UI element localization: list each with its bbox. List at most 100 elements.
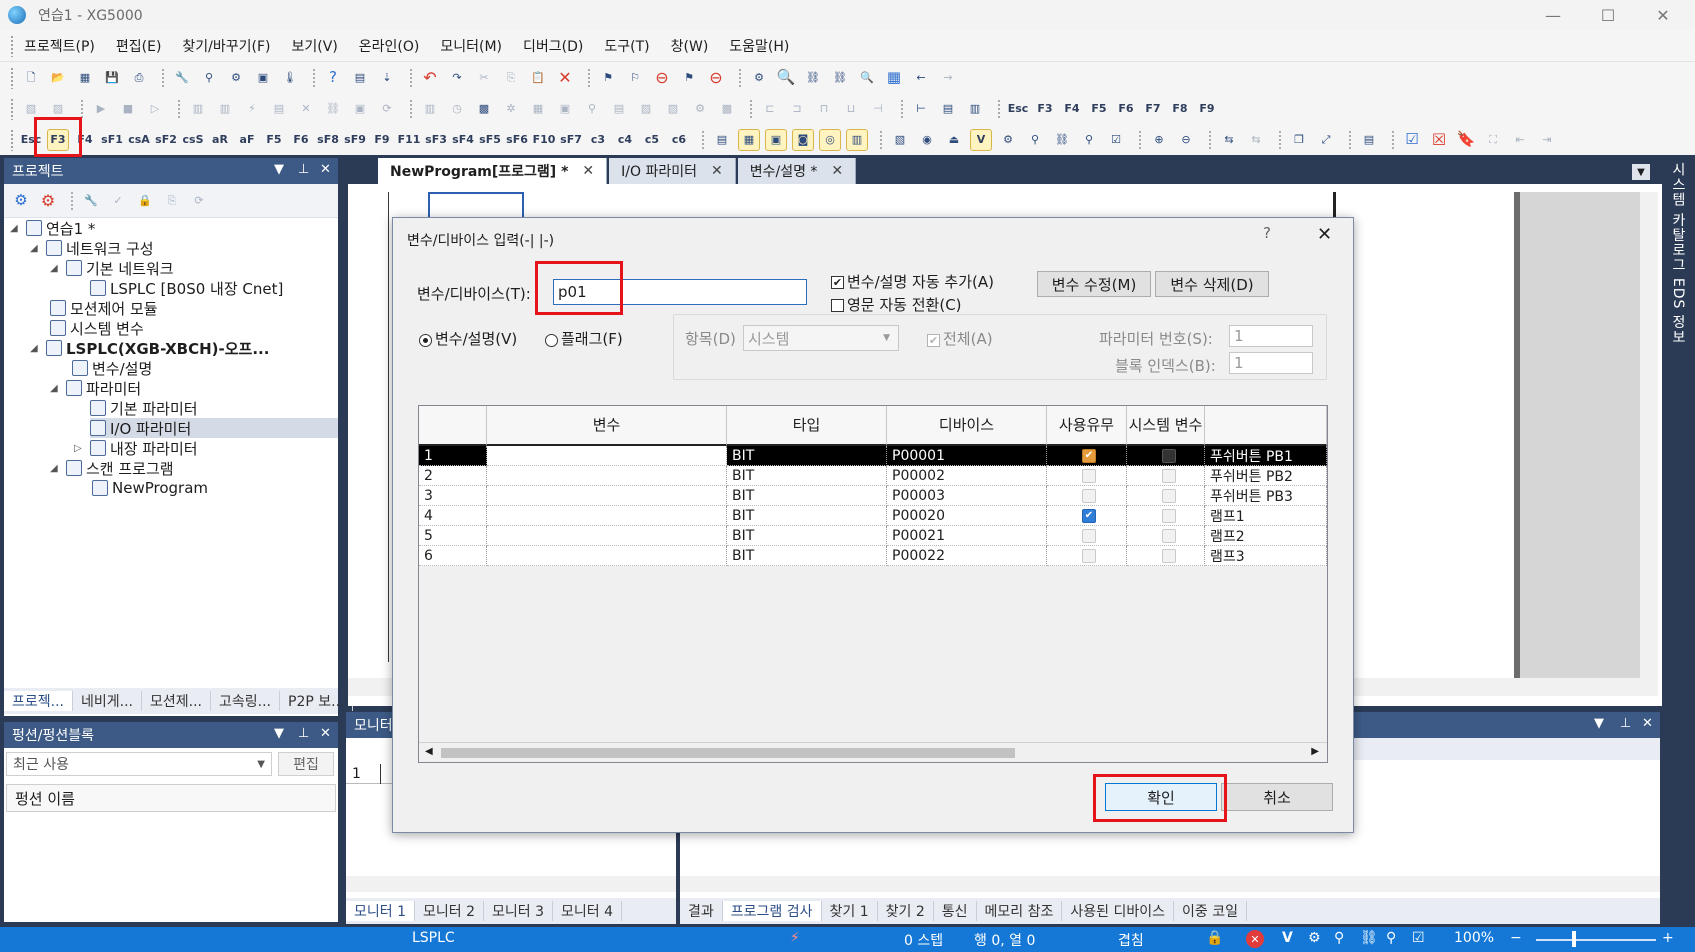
tool-icon[interactable]: ⚲	[1024, 129, 1046, 151]
auto-convert-checkbox[interactable]	[831, 299, 844, 312]
cell-system[interactable]	[1127, 526, 1205, 546]
download-icon[interactable]: ▣	[252, 67, 274, 89]
cell-variable[interactable]	[487, 446, 727, 466]
minimize-button[interactable]: —	[1530, 0, 1576, 30]
zoom-slider-thumb[interactable]	[1572, 931, 1576, 947]
back-icon[interactable]: ←	[910, 67, 932, 89]
table-header-type[interactable]: 타입	[727, 406, 887, 446]
tool-icon[interactable]: ⏏	[943, 129, 965, 151]
tab-used-devices[interactable]: 사용된 디바이스	[1062, 901, 1174, 921]
menu-tools[interactable]: 도구(T)	[604, 36, 649, 56]
monitor-tool-icon[interactable]: ▦	[527, 98, 549, 120]
table-header-comment[interactable]	[1205, 406, 1327, 446]
tree-item-plc[interactable]: LSPLC(XGB-XBCH)-오프...	[66, 338, 269, 359]
right-sidebar-label[interactable]: 시스템 카탈로그 EDS 정보	[1668, 162, 1688, 345]
tool-icon[interactable]: ☑	[1105, 129, 1127, 151]
import-icon[interactable]: ⇣	[376, 67, 398, 89]
close-icon[interactable]: ✕	[831, 163, 843, 179]
cell-comment[interactable]: 푸쉬버튼 PB3	[1205, 486, 1327, 506]
close-window-button[interactable]: ✕	[1640, 0, 1686, 30]
cell-comment[interactable]: 램프1	[1205, 506, 1327, 526]
menu-find-replace[interactable]: 찾기/바꾸기(F)	[182, 36, 270, 56]
monitor-tool-icon[interactable]: ✲	[500, 98, 522, 120]
ladder-key[interactable]: aF	[236, 129, 258, 151]
monitor-tool-icon[interactable]: ▩	[716, 98, 738, 120]
open-folder-icon[interactable]: 📂	[47, 67, 69, 89]
window-icon[interactable]: ⇥	[1536, 129, 1558, 151]
cell-system[interactable]	[1127, 506, 1205, 526]
cut-icon[interactable]: ✂	[473, 67, 495, 89]
ladder-key[interactable]: F11	[398, 129, 421, 151]
project-remove-icon[interactable]: ⚙	[37, 190, 59, 212]
error-icon[interactable]: ✕	[1246, 930, 1264, 948]
maximize-button[interactable]: ☐	[1585, 0, 1631, 30]
key-f8[interactable]: F8	[1169, 98, 1191, 120]
panel-dropdown-icon[interactable]: ▼	[274, 162, 284, 177]
view-icon[interactable]: ▦	[738, 128, 760, 151]
menu-window[interactable]: 창(W)	[671, 36, 709, 56]
system-checkbox[interactable]	[1162, 548, 1176, 563]
tree-item-network[interactable]: 네트워크 구성	[66, 238, 154, 259]
window-icon[interactable]: ❐	[1288, 129, 1310, 151]
monitor-tool-icon[interactable]: ◷	[446, 98, 468, 120]
monitor-tool-icon[interactable]: ⚲	[581, 98, 603, 120]
zoom-plus-button[interactable]: +	[1662, 930, 1674, 946]
project-check-icon[interactable]: ✓	[107, 190, 129, 212]
tab-result[interactable]: 결과	[680, 901, 723, 921]
used-checkbox[interactable]	[1082, 548, 1096, 563]
ladder-key[interactable]: sF8	[317, 129, 339, 151]
settings-icon[interactable]: ⚙	[748, 67, 770, 89]
tab-p2p[interactable]: P2P 보...	[280, 691, 354, 711]
doc-tab-variable[interactable]: 변수/설명 * ✕	[737, 158, 857, 184]
ladder-key-esc[interactable]: Esc	[20, 129, 42, 151]
ladder-key[interactable]: F10	[533, 129, 556, 151]
verify-status-icon[interactable]: V	[1282, 930, 1293, 946]
cell-type[interactable]: BIT	[727, 546, 887, 566]
system-checkbox[interactable]	[1162, 448, 1176, 463]
ladder-key[interactable]: c6	[668, 129, 690, 151]
monitor-tool-icon[interactable]: ▩	[473, 98, 495, 120]
tool-icon[interactable]: ▧	[889, 129, 911, 151]
window-icon[interactable]: ⛶	[1482, 129, 1504, 151]
stop-icon[interactable]: ■	[117, 98, 139, 120]
tab-monitor-4[interactable]: 모니터 4	[553, 901, 622, 921]
used-checkbox[interactable]: ✔	[1082, 508, 1096, 523]
cell-used[interactable]: ✔	[1047, 506, 1127, 526]
open-project-icon[interactable]: ▦	[74, 67, 96, 89]
tab-monitor-2[interactable]: 모니터 2	[415, 901, 484, 921]
table-row[interactable]: 2 BIT P00002 푸쉬버튼 PB2	[419, 466, 1327, 486]
grid-icon[interactable]: ▦	[883, 67, 905, 89]
ladder-key[interactable]: sF3	[425, 129, 447, 151]
recent-use-combo[interactable]: 최근 사용 ▼	[6, 752, 272, 776]
cell-used[interactable]	[1047, 526, 1127, 546]
contact-no-button[interactable]: F3	[47, 128, 69, 151]
cell-device[interactable]: P00003	[887, 486, 1047, 506]
print-icon[interactable]: ⎙	[128, 67, 150, 89]
ok-button[interactable]: 확인	[1105, 783, 1217, 811]
copy-icon[interactable]: ⎘	[500, 67, 522, 89]
all-checkbox[interactable]: ✔	[927, 334, 940, 347]
mode2-icon[interactable]: ▨	[47, 98, 69, 120]
cancel-button[interactable]: 취소	[1221, 783, 1333, 811]
ladder-key[interactable]: sF6	[506, 129, 528, 151]
doc-tab-io-parameter[interactable]: I/O 파라미터 ✕	[609, 158, 736, 184]
expand-icon[interactable]: ◢	[10, 223, 18, 234]
table-header-used[interactable]: 사용유무	[1047, 406, 1127, 446]
ladder-key[interactable]: F6	[290, 129, 312, 151]
bookmark-clear-icon[interactable]: ⊖	[705, 67, 727, 89]
cell-comment[interactable]: 램프2	[1205, 526, 1327, 546]
ladder-key[interactable]: aR	[209, 129, 231, 151]
ladder-key[interactable]: sF4	[452, 129, 474, 151]
ladder-edit-icon[interactable]: ⊓	[813, 98, 835, 120]
disconnect-icon[interactable]: ⚙	[225, 67, 247, 89]
menu-debug[interactable]: 디버그(D)	[523, 36, 583, 56]
result-pin-icon[interactable]: ⊥	[1620, 716, 1631, 731]
layout-icon[interactable]: ⇆	[1245, 129, 1267, 151]
ladder-insert-icon[interactable]: ▥	[964, 98, 986, 120]
cell-device[interactable]: P00021	[887, 526, 1047, 546]
dialog-help-button[interactable]: ?	[1263, 224, 1271, 242]
item-select[interactable]: 시스템 ▼	[743, 325, 899, 351]
online-tool-icon[interactable]: ⟳	[376, 98, 398, 120]
find-icon[interactable]: 🔍	[856, 67, 878, 89]
tool-icon[interactable]: ⚙	[997, 129, 1019, 151]
